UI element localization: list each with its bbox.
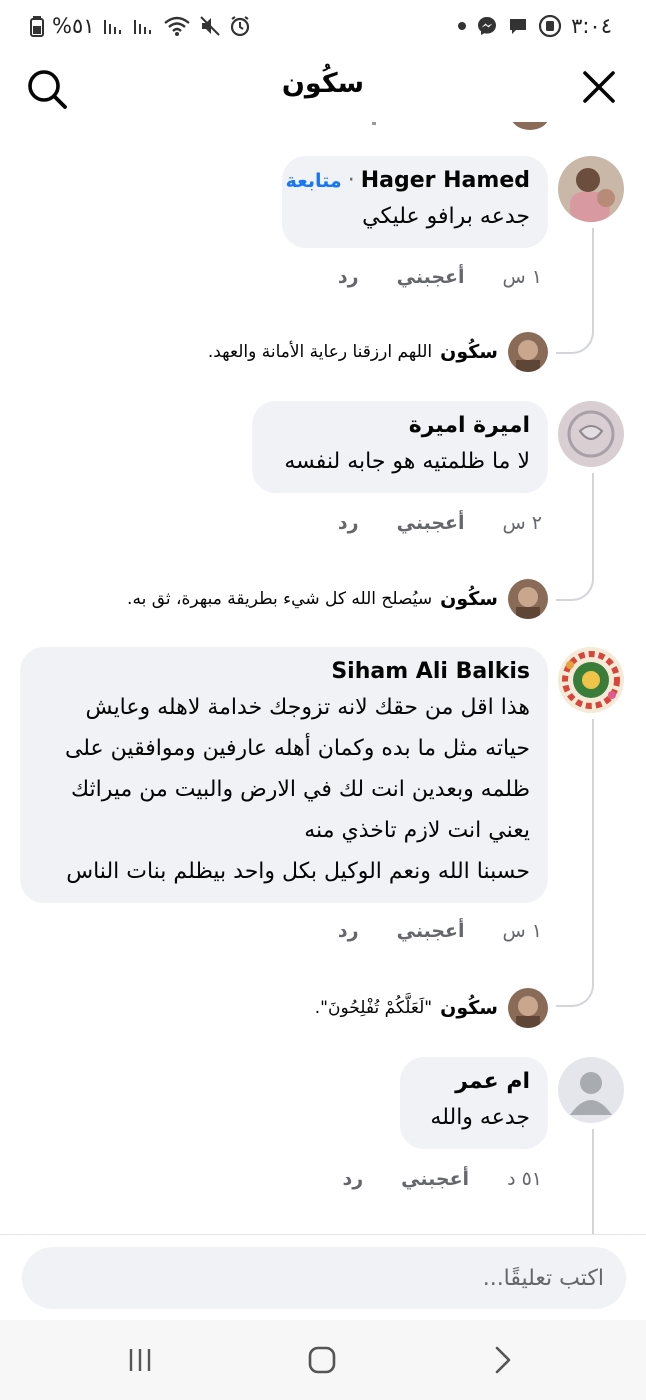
comment-actions: ٢ س أعجبني رد <box>338 512 542 534</box>
reply-author[interactable]: سكُون <box>440 588 498 610</box>
close-icon <box>583 71 615 103</box>
reply-text: سيُصلح الله كل شيء بطريقة مبهرة، ثق به. <box>127 589 433 609</box>
comment-bubble: اميرة اميرة لا ما ظلمتيه هو جابه لنفسه <box>252 401 548 493</box>
reply-text: "لَعَلَّكُمْ تُفْلِحُونَ". <box>314 998 433 1018</box>
divider <box>372 122 376 125</box>
page-avatar[interactable] <box>508 332 548 372</box>
header: سكُون <box>0 52 646 122</box>
avatar[interactable] <box>558 647 624 713</box>
comment-author[interactable]: Hager Hamed <box>361 168 530 193</box>
comment-author[interactable]: ام عمر <box>418 1067 530 1097</box>
reply-button[interactable]: رد <box>342 1168 363 1190</box>
comment-line: حسبنا الله ونعم الوكيل بكل واحد بيظلم بن… <box>66 859 530 884</box>
comment-actions: ١ س أعجبني رد <box>338 266 542 288</box>
battery-level: %٥١ <box>52 14 95 38</box>
comment-author[interactable]: اميرة اميرة <box>270 411 530 441</box>
status-bar-left: %٥١ <box>30 14 251 38</box>
reply-button[interactable]: رد <box>338 512 359 534</box>
like-button[interactable]: أعجبني <box>401 1168 469 1190</box>
comment-text: جدعه برافو عليكي <box>362 204 530 229</box>
back-button[interactable] <box>482 1342 522 1378</box>
comment-line: حياته مثل ما بده وكمان أهله عارفين ومواف… <box>64 736 530 761</box>
dot-icon <box>457 21 467 31</box>
system-nav-bar <box>0 1320 646 1400</box>
page-reply: سكُون اللهم ارزقنا رعاية الأمانة والعهد. <box>208 341 498 363</box>
page-reply: سكُون "لَعَلَّكُمْ تُفْلِحُونَ". <box>315 997 498 1019</box>
comment-actions: ١ س أعجبني رد <box>338 920 542 942</box>
page-avatar[interactable] <box>508 579 548 619</box>
comment-line: ظلمه وبعدين انت لك في الارض والبيت من مي… <box>70 777 530 802</box>
comments-thread[interactable]: Hager Hamed·متابعة جدعه برافو عليكي ١ س … <box>0 122 646 1234</box>
comment-text: جدعه والله <box>430 1105 530 1130</box>
like-button[interactable]: أعجبني <box>397 512 465 534</box>
chat-icon <box>507 15 529 37</box>
default-avatar-icon <box>558 1057 624 1123</box>
recent-apps-icon <box>129 1349 151 1371</box>
separator: · <box>347 168 355 193</box>
avatar <box>510 122 550 130</box>
like-button[interactable]: أعجبني <box>397 920 465 942</box>
comment-line: يعني انت لازم تاخذي منه <box>304 818 530 843</box>
alarm-icon <box>229 15 251 37</box>
composer-bar: اكتب تعليقًا... <box>0 1234 646 1320</box>
comment-input-placeholder: اكتب تعليقًا... <box>482 1265 604 1291</box>
reply-button[interactable]: رد <box>338 920 359 942</box>
like-button[interactable]: أعجبني <box>397 266 465 288</box>
avatar[interactable] <box>558 401 624 467</box>
reply-author[interactable]: سكُون <box>440 997 498 1019</box>
mute-icon <box>199 15 221 37</box>
comment-actions: ٥١ د أعجبني رد <box>342 1168 542 1190</box>
signal-icon-2 <box>133 16 155 36</box>
back-icon <box>495 1346 511 1374</box>
comment-time: ١ س <box>502 920 542 942</box>
reply-button[interactable]: رد <box>338 266 359 288</box>
comment-author[interactable]: Siham Ali Balkis <box>38 657 530 687</box>
follow-button[interactable]: متابعة <box>286 170 342 192</box>
reply-text: اللهم ارزقنا رعاية الأمانة والعهد. <box>207 342 433 362</box>
status-bar-right: ٣:٠٤ <box>457 14 612 38</box>
status-time: ٣:٠٤ <box>571 14 612 38</box>
page-reply: سكُون سيُصلح الله كل شيء بطريقة مبهرة، ث… <box>127 588 498 610</box>
reply-connector <box>556 228 594 354</box>
avatar[interactable] <box>558 1057 624 1123</box>
reply-connector <box>556 719 594 1007</box>
recent-apps-button[interactable] <box>120 1342 160 1378</box>
battery-icon <box>30 15 44 37</box>
comment-line: هذا اقل من حقك لانه تزوجك خدامة لاهله وع… <box>85 695 530 720</box>
close-button[interactable] <box>580 68 618 106</box>
reply-connector <box>556 473 594 601</box>
status-bar: %٥١ ٣:٠٤ <box>0 0 646 52</box>
comment-input[interactable]: اكتب تعليقًا... <box>22 1247 626 1309</box>
comment-time: ٢ س <box>502 512 542 534</box>
wifi-icon <box>163 15 191 37</box>
comment-text: لا ما ظلمتيه هو جابه لنفسه <box>284 449 530 474</box>
avatar[interactable] <box>558 156 624 222</box>
home-button[interactable] <box>302 1342 342 1378</box>
signal-icon <box>103 16 125 36</box>
comment-bubble: ام عمر جدعه والله <box>400 1057 548 1149</box>
reply-connector <box>556 1129 594 1234</box>
home-icon <box>308 1346 336 1374</box>
comment-bubble: Siham Ali Balkis هذا اقل من حقك لانه تزو… <box>20 647 548 903</box>
comment-time: ١ س <box>502 266 542 288</box>
comment-bubble: Hager Hamed·متابعة جدعه برافو عليكي <box>282 156 548 248</box>
record-icon <box>538 14 562 38</box>
comment-time: ٥١ د <box>507 1168 542 1190</box>
page-avatar[interactable] <box>508 988 548 1028</box>
reply-author[interactable]: سكُون <box>440 341 498 363</box>
messenger-icon <box>476 15 498 37</box>
page-title: سكُون <box>281 68 365 99</box>
